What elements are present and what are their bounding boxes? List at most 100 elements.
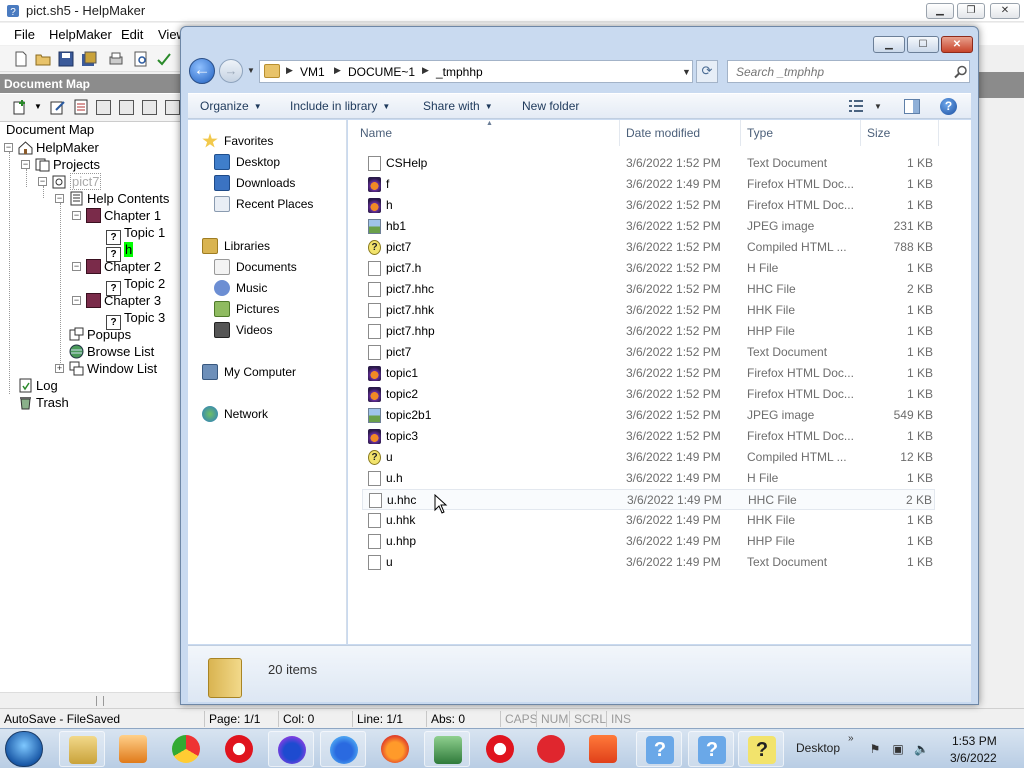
nav-desktop[interactable]: Desktop <box>214 152 280 172</box>
file-row[interactable]: u.h 3/6/2022 1:49 PM H File 1 KB <box>362 468 935 489</box>
include-in-library-button[interactable]: Include in library ▼ <box>290 99 390 113</box>
file-row[interactable]: f 3/6/2022 1:49 PM Firefox HTML Doc... 1 KB <box>362 174 935 195</box>
tree-collapse-toggle[interactable]: − <box>72 211 81 220</box>
taskbar-help-2[interactable]: ? <box>688 731 734 767</box>
nav-documents[interactable]: Documents <box>214 257 297 277</box>
tree-item-popups[interactable]: Popups <box>69 326 131 343</box>
file-row[interactable]: CSHelp 3/6/2022 1:52 PM Text Document 1 KB <box>362 153 935 174</box>
taskbar-help-3[interactable]: ? <box>738 731 784 767</box>
recent-pages-dropdown-icon[interactable]: ▼ <box>247 66 255 75</box>
tree-collapse-toggle[interactable]: − <box>38 177 47 186</box>
breadcrumb-docume[interactable]: DOCUME~1 <box>348 65 415 79</box>
print-preview-icon[interactable] <box>133 51 149 67</box>
nav-my-computer[interactable]: My Computer <box>202 362 296 382</box>
share-with-button[interactable]: Share with ▼ <box>423 99 493 113</box>
file-row[interactable]: pict7.h 3/6/2022 1:52 PM H File 1 KB <box>362 258 935 279</box>
menu-helpmaker[interactable]: HelpMaker <box>49 27 112 42</box>
refresh-button[interactable]: ⟳ <box>696 60 718 83</box>
views-icon[interactable] <box>848 99 864 113</box>
restore-button[interactable]: ❐ <box>957 3 985 19</box>
edit-topic-icon[interactable] <box>50 99 66 115</box>
column-header-size[interactable]: Size <box>861 120 939 146</box>
menu-edit[interactable]: Edit <box>121 27 143 42</box>
address-bar[interactable]: ▶ VM1 ▶ DOCUME~1 ▶ _tmphhp ▼ <box>259 60 693 83</box>
tool-button-icon[interactable] <box>142 100 157 115</box>
tree-item-chapter-2[interactable]: Chapter 2 <box>86 258 161 275</box>
desktop-toolbar-label[interactable]: Desktop <box>796 741 840 755</box>
breadcrumb-separator-icon[interactable]: ▶ <box>334 65 341 76</box>
breadcrumb-tmphhp[interactable]: _tmphhp <box>436 65 483 79</box>
explorer-close-button[interactable]: ✕ <box>941 36 973 53</box>
help-icon[interactable]: ? <box>940 98 957 115</box>
tree-expand-toggle[interactable]: + <box>55 364 64 373</box>
file-row[interactable]: topic1 3/6/2022 1:52 PM Firefox HTML Doc..… <box>362 363 935 384</box>
nav-libraries[interactable]: Libraries <box>202 236 270 256</box>
print-icon[interactable] <box>108 51 124 67</box>
explorer-maximize-button[interactable]: ☐ <box>907 36 939 53</box>
file-row[interactable]: pict7 3/6/2022 1:52 PM Text Document 1 KB <box>362 342 935 363</box>
file-row[interactable]: u 3/6/2022 1:49 PM Text Document 1 KB <box>362 552 935 573</box>
explorer-minimize-button[interactable]: ▁ <box>873 36 905 53</box>
tree-item-topic-3[interactable]: ? Topic 3 <box>106 309 165 330</box>
search-box[interactable] <box>727 60 970 83</box>
file-row[interactable]: h 3/6/2022 1:52 PM Firefox HTML Doc... 1 KB <box>362 195 935 216</box>
taskbar-explorer[interactable] <box>59 731 105 767</box>
nav-favorites[interactable]: Favorites <box>202 131 273 151</box>
horizontal-scrollbar[interactable] <box>0 692 181 708</box>
tree-collapse-toggle[interactable]: − <box>72 296 81 305</box>
breadcrumb-separator-icon[interactable]: ▶ <box>422 65 429 76</box>
tree-item-trash[interactable]: Trash <box>18 394 69 411</box>
breadcrumb-vm1[interactable]: VM1 <box>300 65 325 79</box>
add-dropdown-arrow-icon[interactable]: ▼ <box>34 102 42 111</box>
properties-icon[interactable] <box>73 99 89 115</box>
file-row[interactable]: topic2 3/6/2022 1:52 PM Firefox HTML Doc..… <box>362 384 935 405</box>
taskbar-opera[interactable] <box>216 731 262 767</box>
back-button[interactable]: ← <box>189 58 215 84</box>
nav-downloads[interactable]: Downloads <box>214 173 295 193</box>
tree-item-h[interactable]: ? h <box>106 241 134 262</box>
tool-button-icon[interactable] <box>96 100 111 115</box>
tree-item-log[interactable]: Log <box>18 377 58 394</box>
nav-videos[interactable]: Videos <box>214 320 272 340</box>
taskbar-firefox-1[interactable] <box>268 731 314 767</box>
nav-music[interactable]: Music <box>214 278 267 298</box>
taskbar-opera-2[interactable] <box>477 731 523 767</box>
open-folder-icon[interactable] <box>35 51 51 67</box>
column-header-date[interactable]: Date modified <box>620 120 741 146</box>
preview-pane-icon[interactable] <box>904 99 920 114</box>
taskbar-chrome[interactable] <box>163 731 209 767</box>
address-dropdown-icon[interactable]: ▼ <box>682 67 691 77</box>
tree-collapse-toggle[interactable]: − <box>4 143 13 152</box>
tree-item-chapter-1[interactable]: Chapter 1 <box>86 207 161 224</box>
breadcrumb-separator-icon[interactable]: ▶ <box>286 65 293 76</box>
new-file-icon[interactable] <box>13 51 29 67</box>
scrollbar-thumb[interactable] <box>96 696 104 706</box>
tool-button-icon[interactable] <box>165 100 180 115</box>
save-all-icon[interactable] <box>81 51 97 67</box>
nav-recent-places[interactable]: Recent Places <box>214 194 313 214</box>
tree-item-browse-list[interactable]: Browse List <box>69 343 154 360</box>
file-row[interactable]: pict7.hhp 3/6/2022 1:52 PM HHP File 1 KB <box>362 321 935 342</box>
search-input[interactable] <box>736 65 936 79</box>
add-topic-icon[interactable] <box>12 99 28 115</box>
tree-collapse-toggle[interactable]: − <box>55 194 64 203</box>
taskbar-brave[interactable] <box>580 731 626 767</box>
tree-item-help-contents[interactable]: Help Contents <box>69 190 169 207</box>
forward-button[interactable]: → <box>219 59 243 83</box>
taskbar-media[interactable] <box>110 731 156 767</box>
file-row[interactable]: ? u 3/6/2022 1:49 PM Compiled HTML ... 12 KB <box>362 447 935 468</box>
volume-icon[interactable]: 🔈 <box>914 742 929 756</box>
taskbar-firefox-3[interactable] <box>372 731 418 767</box>
nav-pictures[interactable]: Pictures <box>214 299 279 319</box>
file-row[interactable]: pict7.hhc 3/6/2022 1:52 PM HHC File 2 KB <box>362 279 935 300</box>
file-row[interactable]: pict7.hhk 3/6/2022 1:52 PM HHK File 1 KB <box>362 300 935 321</box>
nav-network[interactable]: Network <box>202 404 268 424</box>
tree-item-topic-1[interactable]: ? Topic 1 <box>106 224 165 245</box>
tree-collapse-toggle[interactable]: − <box>21 160 30 169</box>
tree-item-chapter-3[interactable]: Chapter 3 <box>86 292 161 309</box>
taskbar-vivaldi[interactable] <box>528 731 574 767</box>
taskbar-help-1[interactable]: ? <box>636 731 682 767</box>
taskbar-firefox-2[interactable] <box>320 731 366 767</box>
tree-collapse-toggle[interactable]: − <box>72 262 81 271</box>
save-icon[interactable] <box>58 51 74 67</box>
